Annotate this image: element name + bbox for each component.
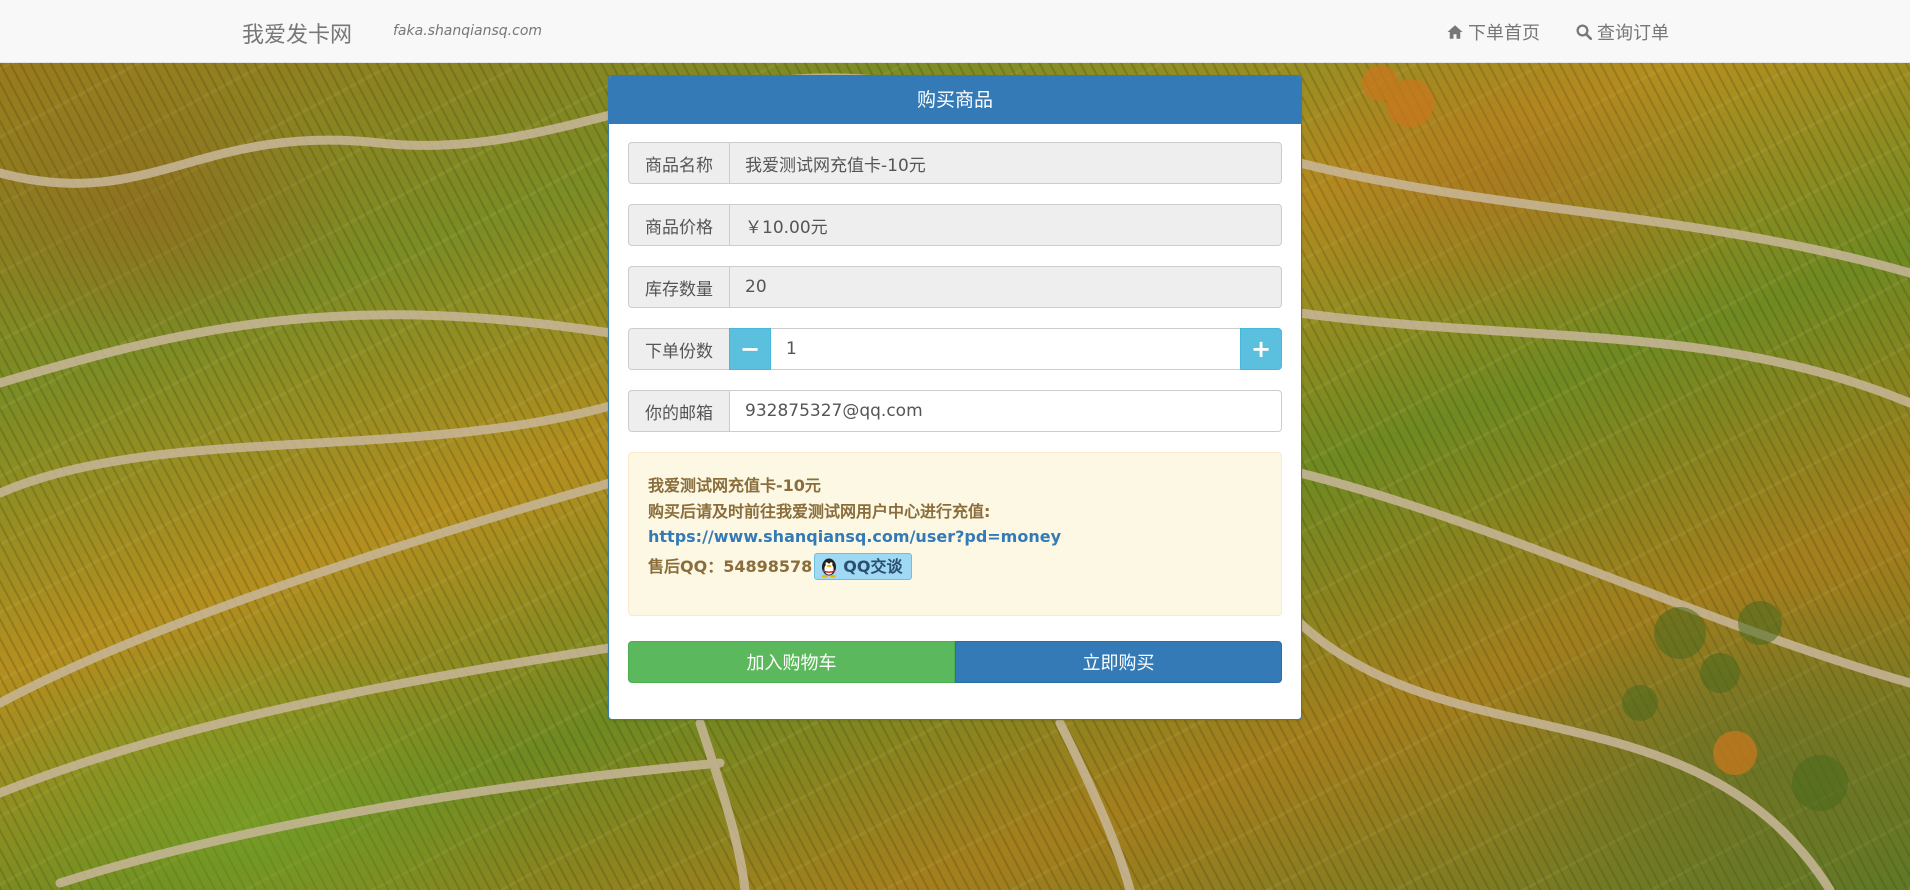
product-price-field: ￥10.00元: [729, 204, 1282, 246]
quantity-decrease-button[interactable]: −: [729, 328, 771, 370]
product-price-label: 商品价格: [628, 204, 729, 246]
product-name-field: 我爱测试网充值卡-10元: [729, 142, 1282, 184]
quantity-input[interactable]: 1: [771, 328, 1240, 370]
search-icon: [1576, 24, 1593, 41]
email-label: 你的邮箱: [628, 390, 729, 432]
product-notice: 我爱测试网充值卡-10元 购买后请及时前往我爱测试网用户中心进行充值: http…: [628, 452, 1282, 616]
panel-body: 商品名称 我爱测试网充值卡-10元 商品价格 ￥10.00元 库存数量 20 下…: [609, 124, 1301, 683]
qq-chat-button[interactable]: QQ交谈: [814, 553, 912, 580]
quantity-row: 下单份数 − 1 +: [628, 328, 1282, 370]
top-navbar: 我爱发卡网 faka.shanqiansq.com 下单首页 查询订单: [0, 0, 1910, 63]
email-row: 你的邮箱 932875327@qq.com: [628, 390, 1282, 432]
home-icon: [1447, 25, 1463, 39]
stock-row: 库存数量 20: [628, 266, 1282, 308]
action-buttons: 加入购物车 立即购买: [628, 641, 1282, 683]
product-price-row: 商品价格 ￥10.00元: [628, 204, 1282, 246]
qq-number: 54898578: [723, 556, 813, 576]
product-name-row: 商品名称 我爱测试网充值卡-10元: [628, 142, 1282, 184]
site-brand[interactable]: 我爱发卡网: [242, 17, 352, 49]
qq-chat-label: QQ交谈: [843, 556, 903, 576]
nav-home-link[interactable]: 下单首页: [1446, 19, 1540, 45]
purchase-panel: 购买商品 商品名称 我爱测试网充值卡-10元 商品价格 ￥10.00元 库存数量…: [608, 75, 1302, 720]
recharge-link[interactable]: https://www.shanqiansq.com/user?pd=money: [648, 525, 1262, 549]
product-name-label: 商品名称: [628, 142, 729, 184]
qq-label: 售后QQ：: [648, 556, 724, 576]
panel-title: 购买商品: [609, 76, 1301, 124]
qq-penguin-icon: [822, 558, 837, 578]
stock-field: 20: [729, 266, 1282, 308]
add-to-cart-button[interactable]: 加入购物车: [628, 641, 955, 683]
quantity-label: 下单份数: [628, 328, 729, 370]
notice-instruction: 购买后请及时前往我爱测试网用户中心进行充值:: [648, 502, 991, 521]
nav-query-label: 查询订单: [1597, 23, 1669, 44]
notice-title: 我爱测试网充值卡-10元: [648, 476, 821, 495]
qq-support-line: 售后QQ： 54898578 QQ交谈: [648, 553, 1262, 580]
quantity-increase-button[interactable]: +: [1240, 328, 1282, 370]
buy-now-button[interactable]: 立即购买: [955, 641, 1282, 683]
stock-label: 库存数量: [628, 266, 729, 308]
site-domain: faka.shanqiansq.com: [393, 23, 543, 39]
nav-home-label: 下单首页: [1468, 23, 1540, 44]
email-input[interactable]: 932875327@qq.com: [729, 390, 1282, 432]
nav-query-link[interactable]: 查询订单: [1575, 19, 1669, 45]
